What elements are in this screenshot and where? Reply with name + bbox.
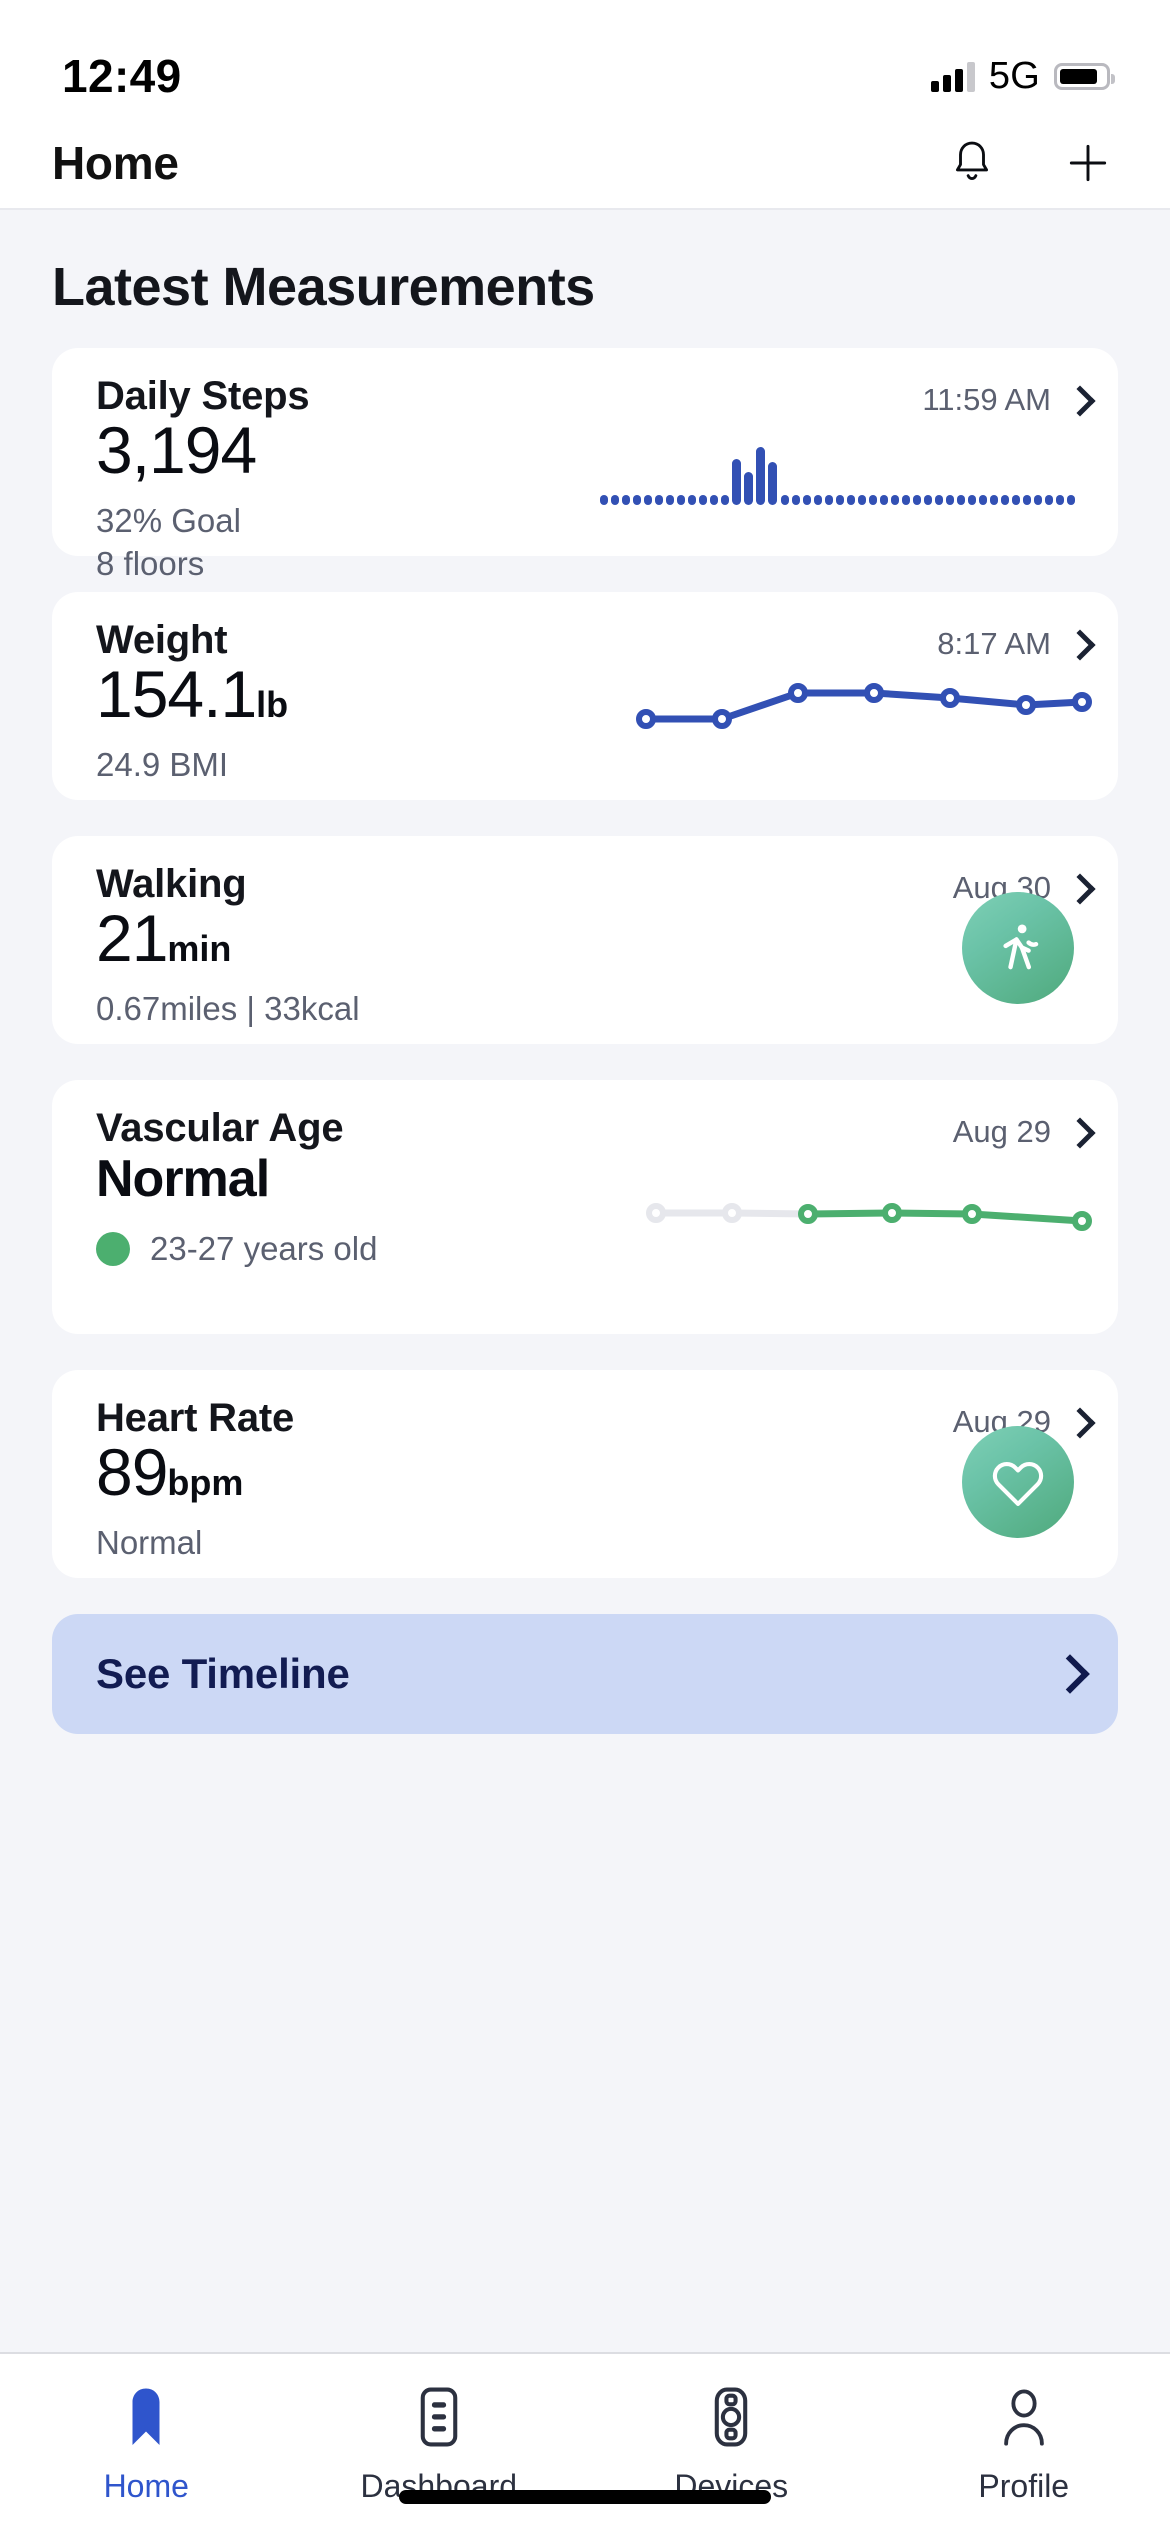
signal-bars-icon	[930, 60, 975, 92]
status-bar: 12:49 5G	[0, 0, 1170, 118]
dashboard-list-icon	[411, 2380, 467, 2454]
main-content: Latest Measurements Daily Steps 11:59 AM…	[0, 210, 1170, 2352]
card-title: Vascular Age	[96, 1106, 344, 1150]
card-meta: 8:17 AM	[937, 618, 1084, 662]
steps-bar-sparkline	[600, 429, 1090, 514]
app-header: Home	[0, 118, 1170, 210]
card-value-unit: lb	[256, 683, 289, 725]
card-value-number: 3,194	[96, 412, 257, 487]
chevron-right-icon	[1056, 1658, 1074, 1690]
section-title: Latest Measurements	[52, 257, 595, 317]
heart-badge-icon	[962, 1426, 1074, 1538]
card-value: 21min	[96, 905, 1084, 971]
card-meta: 11:59 AM	[922, 374, 1084, 418]
see-timeline-button[interactable]: See Timeline	[52, 1614, 1118, 1734]
card-subtitle-line-2: 8 floors	[96, 545, 205, 583]
tab-label: Profile	[978, 2468, 1070, 2504]
chevron-right-icon[interactable]	[1069, 1409, 1084, 1435]
walking-badge-icon	[962, 892, 1074, 1004]
card-subtitle-line-1: 23-27 years old	[150, 1229, 378, 1267]
card-value: 89bpm	[96, 1439, 1084, 1505]
person-icon	[995, 2380, 1053, 2454]
card-value-unit: min	[167, 927, 232, 969]
tab-dashboard[interactable]: Dashboard	[293, 2380, 586, 2505]
card-subtitle-line-1: Normal	[96, 1523, 203, 1561]
home-pin-icon	[116, 2380, 176, 2454]
card-value-number: 154.1	[96, 656, 257, 731]
tab-devices[interactable]: Devices	[585, 2380, 878, 2505]
chevron-right-icon[interactable]	[1069, 875, 1084, 901]
chevron-right-icon[interactable]	[1069, 1119, 1084, 1145]
measurement-card-heart-rate[interactable]: Heart Rate Aug 29 89bpm Normal	[52, 1370, 1118, 1578]
card-value-text: Normal	[96, 1149, 270, 1208]
card-timestamp: Aug 29	[952, 1114, 1051, 1149]
bottom-tab-bar: Home Dashboard Devices Profile	[0, 2352, 1170, 2532]
tab-label: Home	[103, 2468, 189, 2504]
see-timeline-label: See Timeline	[96, 1650, 350, 1697]
card-subtitle-line-1: 0.67miles | 33kcal	[96, 989, 360, 1027]
watch-device-icon	[703, 2380, 759, 2454]
status-time: 12:49	[62, 50, 182, 102]
home-indicator	[399, 2490, 771, 2504]
battery-icon	[1054, 62, 1115, 90]
bell-icon[interactable]	[944, 135, 1000, 191]
tab-profile[interactable]: Profile	[878, 2380, 1170, 2505]
measurement-card-daily-steps[interactable]: Daily Steps 11:59 AM 3,194 32% Goal 8 fl…	[52, 348, 1118, 582]
card-subtitle: 0.67miles | 33kcal	[96, 987, 1084, 1031]
vascular-line-sparkline	[642, 1183, 1092, 1248]
card-meta: Aug 29	[953, 1106, 1084, 1150]
card-value-number: 89	[96, 1434, 168, 1509]
chevron-right-icon[interactable]	[1069, 631, 1084, 657]
card-value-number: 21	[96, 900, 168, 975]
app-screen: 12:49 5G Home Latest Measurements Daily …	[0, 0, 1170, 2532]
weight-line-sparkline	[632, 657, 1092, 752]
measurement-card-weight[interactable]: Weight 8:17 AM 154.1lb 24.9 BMI	[52, 592, 1118, 800]
tab-home[interactable]: Home	[0, 2380, 293, 2505]
page-title: Home	[52, 137, 179, 189]
plus-icon[interactable]	[1060, 135, 1116, 191]
card-value-unit: bpm	[167, 1461, 244, 1503]
chevron-right-icon[interactable]	[1069, 387, 1084, 413]
card-timestamp: 11:59 AM	[922, 382, 1051, 417]
card-subtitle: Normal	[96, 1521, 1084, 1565]
status-dot-icon	[96, 1231, 130, 1266]
measurement-card-vascular-age[interactable]: Vascular Age Aug 29 Normal 23-27 years o…	[52, 1080, 1118, 1334]
network-type-label: 5G	[988, 54, 1040, 97]
measurement-card-walking[interactable]: Walking Aug 30 21min 0.67miles | 33kcal	[52, 836, 1118, 1044]
header-actions	[944, 135, 1116, 191]
status-indicators: 5G	[930, 54, 1115, 98]
